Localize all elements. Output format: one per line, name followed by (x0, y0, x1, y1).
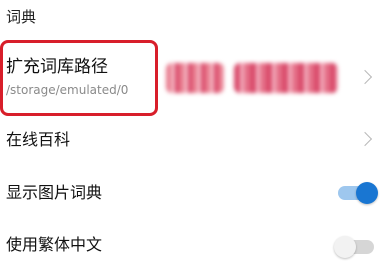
show-image-dictionary-label: 显示图片词典 (6, 183, 103, 202)
traditional-chinese-toggle[interactable] (334, 236, 374, 258)
traditional-chinese-row[interactable]: 使用繁体中文 (0, 226, 392, 266)
show-image-dictionary-row[interactable]: 显示图片词典 (0, 170, 392, 218)
extended-dictionary-path-label: 扩充词库路径 (6, 57, 108, 77)
highlight-box (0, 40, 158, 116)
redacted-block (166, 63, 224, 93)
redacted-block (234, 63, 338, 93)
online-encyclopedia-row[interactable]: 在线百科 (0, 118, 392, 166)
redacted-value (166, 58, 346, 98)
show-image-dictionary-toggle[interactable] (338, 182, 378, 204)
chevron-right-icon (357, 69, 373, 85)
toggle-knob (334, 236, 356, 258)
online-encyclopedia-label: 在线百科 (6, 130, 71, 149)
traditional-chinese-label: 使用繁体中文 (6, 235, 103, 254)
toggle-knob (356, 182, 378, 204)
extended-dictionary-path-value: /storage/emulated/0 (6, 83, 129, 97)
section-header: 词典 (6, 8, 37, 26)
chevron-right-icon (357, 131, 373, 147)
extended-dictionary-path-row[interactable]: 扩充词库路径 /storage/emulated/0 (0, 40, 392, 118)
